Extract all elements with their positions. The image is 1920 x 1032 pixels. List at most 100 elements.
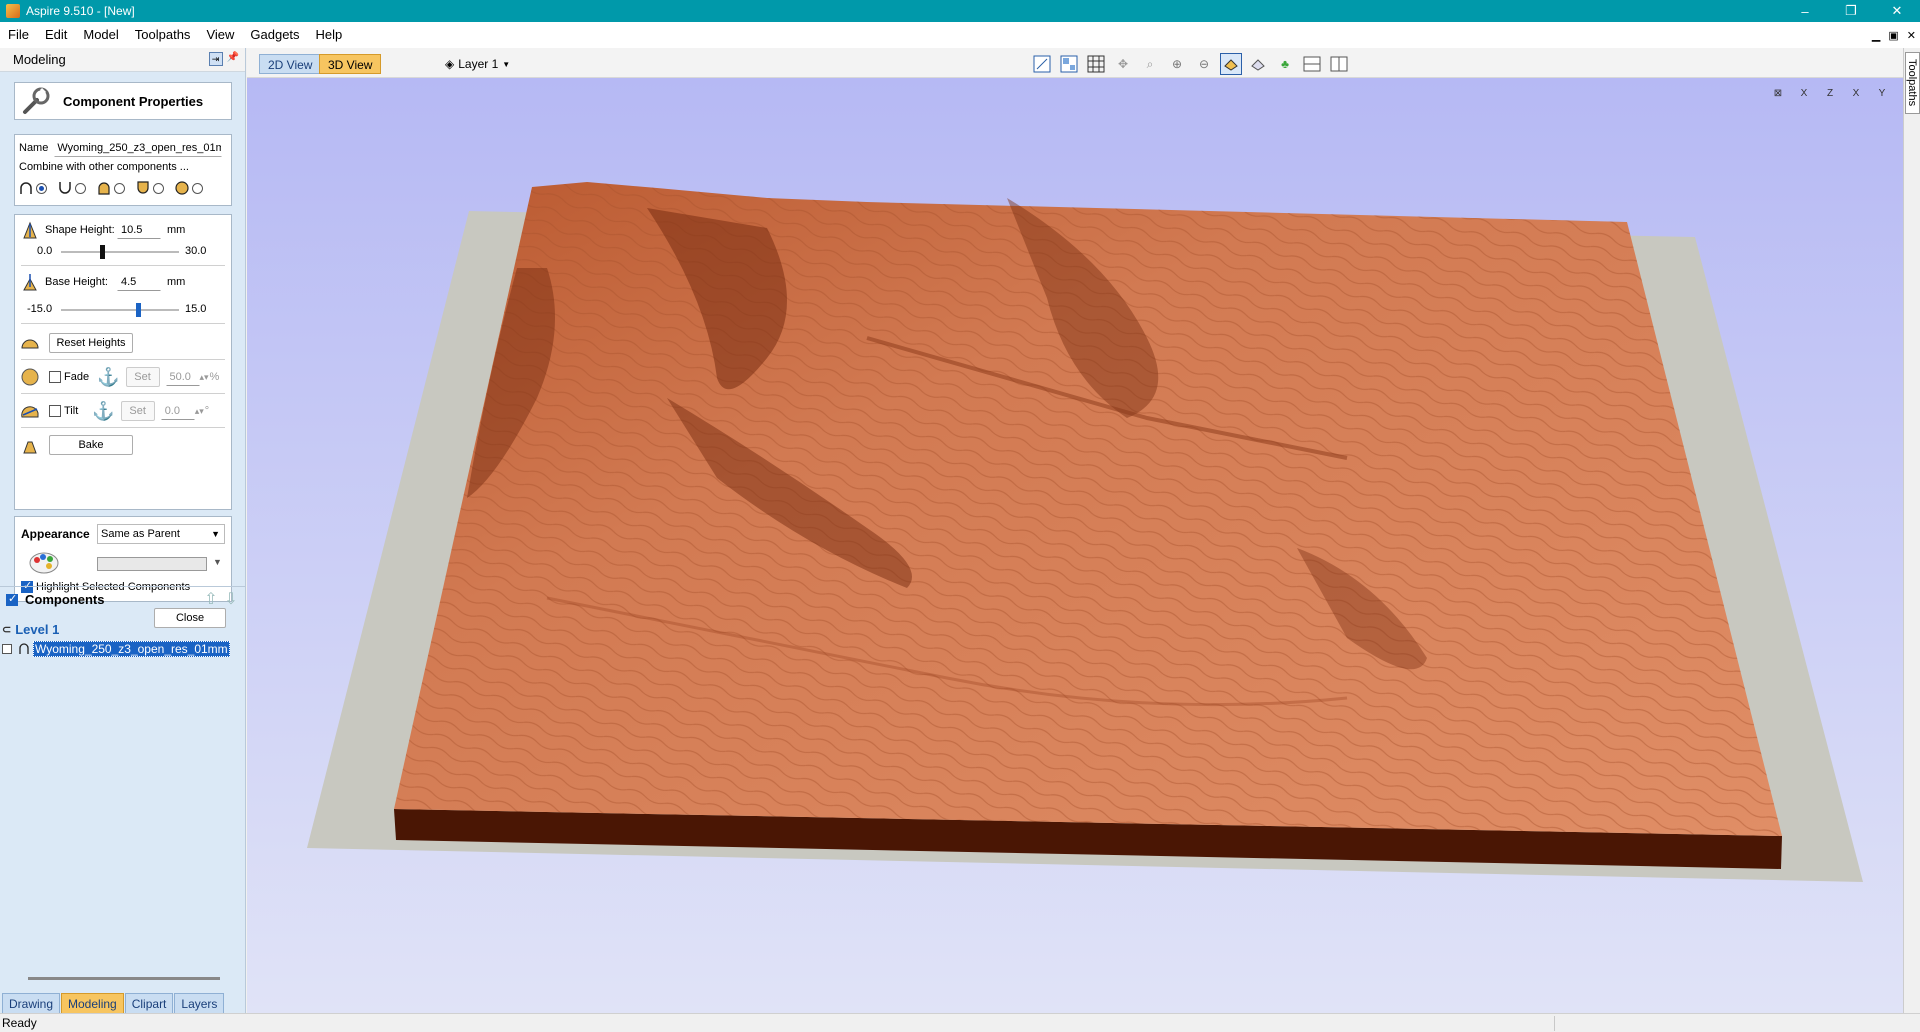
tab-3d-view[interactable]: 3D View xyxy=(319,54,382,74)
pin-icon[interactable]: 📌 xyxy=(227,52,239,66)
bake-button[interactable]: Bake xyxy=(49,435,133,455)
color-swatch[interactable] xyxy=(97,557,207,571)
shape-height-label: Shape Height: xyxy=(45,224,115,236)
y-view-button[interactable]: Y xyxy=(1871,84,1893,102)
status-bar: Ready xyxy=(0,1013,1920,1032)
close-window-button[interactable]: ✕ xyxy=(1874,0,1920,22)
combine-subtract-radio[interactable] xyxy=(75,182,86,194)
view-layout-icon[interactable] xyxy=(1058,53,1080,75)
shape-height-slider[interactable] xyxy=(61,251,179,253)
pan-icon[interactable]: ✥ xyxy=(1112,53,1134,75)
mdi-minimize-button[interactable]: ▁ xyxy=(1872,29,1880,42)
menu-model[interactable]: Model xyxy=(75,22,126,48)
material-setup-icon[interactable] xyxy=(1220,53,1242,75)
item-visible-checkbox[interactable] xyxy=(2,644,12,654)
maximize-button[interactable]: ❐ xyxy=(1828,0,1874,22)
tree-item[interactable]: Wyoming_250_z3_open_res_01mm xyxy=(2,641,230,657)
combine-high-icon xyxy=(97,181,111,195)
tree-item-label[interactable]: Wyoming_250_z3_open_res_01mm xyxy=(33,641,230,657)
split-vertical-icon[interactable] xyxy=(1328,53,1350,75)
base-height-icon xyxy=(21,273,39,291)
name-input[interactable]: Wyoming_250_z3_open_res_01mm xyxy=(54,139,223,157)
minimize-button[interactable]: – xyxy=(1782,0,1828,22)
zoom-out-icon[interactable]: ⊖ xyxy=(1193,53,1215,75)
menu-view[interactable]: View xyxy=(198,22,242,48)
status-separator xyxy=(1554,1016,1555,1031)
tab-toolpaths[interactable]: Toolpaths xyxy=(1905,52,1920,114)
shape-height-input[interactable]: 10.5 xyxy=(117,221,161,239)
mdi-close-button[interactable]: ✕ xyxy=(1907,29,1916,42)
appearance-dropdown[interactable]: Same as Parent ▼ xyxy=(97,524,225,544)
layer-dropdown[interactable]: ◈ Layer 1 ▼ xyxy=(445,54,510,74)
tilt-unit: ° xyxy=(204,405,210,417)
base-height-label: Base Height: xyxy=(45,276,108,288)
tab-modeling[interactable]: Modeling xyxy=(61,993,124,1013)
item-shape-icon xyxy=(18,642,30,657)
zoom-in-icon[interactable]: ⊕ xyxy=(1166,53,1188,75)
combine-high-radio[interactable] xyxy=(114,182,125,194)
layer-icon: ◈ xyxy=(445,57,455,71)
iso-view-button[interactable]: ⊠ xyxy=(1767,84,1789,102)
tilt-set-button[interactable]: Set xyxy=(120,401,155,421)
fade-value-input[interactable]: 50.0 xyxy=(165,368,200,386)
combine-low-radio[interactable] xyxy=(153,182,164,194)
3d-viewport[interactable]: ⊠ X Z X Y xyxy=(247,78,1903,1013)
menu-help[interactable]: Help xyxy=(308,22,351,48)
tree-icon[interactable]: ♣ xyxy=(1274,53,1296,75)
zoom-to-fit-icon[interactable] xyxy=(1031,53,1053,75)
divider xyxy=(21,265,225,266)
tilt-icon xyxy=(21,402,39,420)
fade-anchor-icon[interactable]: ⚓ xyxy=(97,368,119,386)
fade-checkbox[interactable] xyxy=(49,371,61,383)
menu-bar: File Edit Model Toolpaths View Gadgets H… xyxy=(0,22,1920,48)
components-visible-checkbox[interactable] xyxy=(6,592,18,606)
reset-heights-button[interactable]: Reset Heights xyxy=(49,333,133,353)
base-height-input[interactable]: 4.5 xyxy=(117,273,161,291)
panel-dock-icon[interactable]: ⇥ xyxy=(208,52,223,66)
zoom-box-icon[interactable]: ⌕ xyxy=(1139,53,1161,75)
level-label: Level 1 xyxy=(15,622,60,637)
combine-multiply-radio[interactable] xyxy=(192,182,203,194)
move-up-icon[interactable]: ⇧ xyxy=(203,591,219,609)
z-view-button[interactable]: Z xyxy=(1819,84,1841,102)
mdi-restore-button[interactable]: ▣ xyxy=(1888,29,1898,42)
move-down-icon[interactable]: ⇩ xyxy=(223,591,239,609)
chevron-down-icon: ▼ xyxy=(211,529,220,539)
tab-clipart[interactable]: Clipart xyxy=(124,993,174,1013)
menu-toolpaths[interactable]: Toolpaths xyxy=(127,22,199,48)
horizontal-scrollbar[interactable] xyxy=(28,977,220,980)
tree-level[interactable]: ⊂ Level 1 xyxy=(2,622,59,637)
menu-gadgets[interactable]: Gadgets xyxy=(242,22,307,48)
x-side-view-button[interactable]: X xyxy=(1845,84,1867,102)
color-chevron-down-icon[interactable]: ▼ xyxy=(213,557,222,567)
tilt-value-input[interactable]: 0.0 xyxy=(160,402,195,420)
bake-icon xyxy=(21,436,39,454)
tab-drawing[interactable]: Drawing xyxy=(2,993,61,1013)
tilt-anchor-icon[interactable]: ⚓ xyxy=(92,402,114,420)
tab-2d-view[interactable]: 2D View xyxy=(259,54,322,74)
tilt-spin-icon[interactable]: ▴▾ xyxy=(195,406,204,417)
window-title: Aspire 9.510 - [New] xyxy=(26,4,135,18)
divider xyxy=(21,427,225,428)
base-height-slider-thumb[interactable] xyxy=(135,303,141,317)
combine-add-radio[interactable] xyxy=(36,182,47,194)
tilt-checkbox[interactable] xyxy=(49,405,61,417)
menu-edit[interactable]: Edit xyxy=(37,22,75,48)
grid-icon[interactable] xyxy=(1085,53,1107,75)
menu-file[interactable]: File xyxy=(0,22,37,48)
terrain-model[interactable] xyxy=(247,78,1903,1013)
shape-height-slider-thumb[interactable] xyxy=(100,245,106,259)
base-height-max: 15.0 xyxy=(185,303,207,315)
split-horizontal-icon[interactable] xyxy=(1301,53,1323,75)
palette-icon[interactable] xyxy=(29,551,59,575)
base-height-slider[interactable] xyxy=(61,309,179,311)
base-height-slider-row: -15.0 15.0 xyxy=(15,301,231,319)
component-properties-title: Component Properties xyxy=(63,93,204,109)
fade-spin-icon[interactable]: ▴▾ xyxy=(200,372,209,383)
fade-set-button[interactable]: Set xyxy=(125,367,160,387)
x-view-button[interactable]: X xyxy=(1793,84,1815,102)
components-title: Components xyxy=(25,592,105,607)
combine-low-icon xyxy=(136,181,150,195)
tab-layers[interactable]: Layers xyxy=(174,993,225,1013)
toolpath-preview-icon[interactable] xyxy=(1247,53,1269,75)
